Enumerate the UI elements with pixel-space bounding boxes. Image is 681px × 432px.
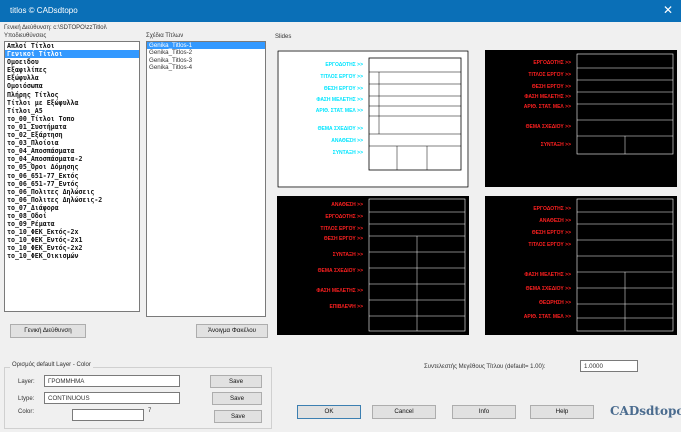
color-input[interactable]: [72, 409, 144, 421]
layer-save-button[interactable]: Save: [210, 375, 262, 388]
folder-list-item[interactable]: Απλοί Τίτλοι: [5, 42, 139, 50]
slide-2-drawing: ΕΡΓΟΔΟΤΗΣ >> ΤΙΤΛΟΣ ΕΡΓΟΥ >> ΘΕΣΗ ΕΡΓΟΥ >>…: [524, 53, 674, 155]
folders-list[interactable]: Απλοί Τίτλοι Γενικοί Τίτλοι Ομοειδου Εξαφιλ…: [4, 41, 140, 312]
folder-list-item[interactable]: το_00_Τίτλοι Τοπο: [5, 115, 139, 123]
slide-thumbnail-3[interactable]: ΑΝΑΘΕΣΗ >> ΕΡΓΟΔΟΤΗΣ >> ΤΙΤΛΟΣ ΕΡΓΟΥ >> ΘΕΣ…: [277, 196, 469, 335]
scale-input[interactable]: 1.0000: [580, 360, 638, 372]
folder-list-item[interactable]: το_04_Αποσπάσματα-2: [5, 155, 139, 163]
info-button[interactable]: Info: [452, 405, 516, 419]
folder-list-item[interactable]: το_04_Αποσπάσματα: [5, 147, 139, 155]
templates-label: Σχέδια Τίτλων: [146, 33, 184, 39]
template-list-item[interactable]: Genika_Titlos-2: [147, 49, 265, 56]
general-address-button[interactable]: Γενική Διεύθυνση: [10, 324, 86, 338]
slide-field-label: ΦΑΣΗ ΜΕΛΕΤΗΣ >>: [524, 272, 571, 278]
slide-field-label: ΣΥΝΤΑΞΗ >>: [541, 142, 571, 148]
slide-thumbnail-1[interactable]: ΕΡΓΟΔΟΤΗΣ >> ΤΙΤΛΟΣ ΕΡΓΟΥ >> ΘΕΣΗ ΕΡΓΟΥ >>…: [277, 50, 469, 188]
folder-list-item[interactable]: το_03_Πλοίοια: [5, 139, 139, 147]
slide-field-label: ΦΑΣΗ ΜΕΛΕΤΗΣ >>: [524, 94, 571, 100]
slide-field-label: ΑΝΑΘΕΣΗ >>: [331, 138, 363, 144]
color-save-button[interactable]: Save: [214, 410, 262, 423]
folder-list-item[interactable]: το_10_ΦΕΚ_Εκτός-2x: [5, 228, 139, 236]
slide-field-label: ΤΙΤΛΟΣ ΕΡΓΟΥ >>: [320, 74, 363, 80]
slide-field-label: ΘΕΣΗ ΕΡΓΟΥ >>: [532, 230, 571, 236]
slide-field-label: ΘΕΣΗ ΕΡΓΟΥ >>: [324, 86, 363, 92]
folder-list-item[interactable]: το_06_651-77_Εντός: [5, 180, 139, 188]
folder-list-item[interactable]: το_02_Εξάρτηση: [5, 131, 139, 139]
slide-field-label: ΦΑΣΗ ΜΕΛΕΤΗΣ >>: [316, 288, 363, 294]
cancel-button[interactable]: Cancel: [372, 405, 436, 419]
slide-field-label: ΤΙΤΛΟΣ ΕΡΓΟΥ >>: [528, 72, 571, 78]
slide-field-label: ΘΕΜΑ ΣΧΕΔΙΟΥ >>: [526, 286, 571, 292]
slide-thumbnail-2[interactable]: ΕΡΓΟΔΟΤΗΣ >> ΤΙΤΛΟΣ ΕΡΓΟΥ >> ΘΕΣΗ ΕΡΓΟΥ >>…: [485, 50, 677, 187]
folder-list-item[interactable]: το_10_ΦΕΚ_Εντός-2x1: [5, 236, 139, 244]
slide-field-label: ΕΠΙΒΛΕΨΗ >>: [329, 304, 363, 310]
ltype-input[interactable]: CONTINUOUS: [44, 392, 180, 404]
folder-list-item[interactable]: το_06_Πολιτες Δηλώσεις-2: [5, 196, 139, 204]
help-button[interactable]: Help: [530, 405, 594, 419]
ok-button[interactable]: OK: [297, 405, 361, 419]
layer-input[interactable]: ΓΡΟΜΜΗΜΑ: [44, 375, 180, 387]
folder-list-item[interactable]: το_06_Πολιτες Δηλώσεις: [5, 188, 139, 196]
folder-list-item[interactable]: Εξώφυλλα: [5, 74, 139, 82]
slide-field-label: ΑΝΑΘΕΣΗ >>: [539, 218, 571, 224]
slide-field-label: ΕΡΓΟΔΟΤΗΣ >>: [533, 206, 571, 212]
template-list-item[interactable]: Genika_Titlos-3: [147, 57, 265, 64]
layer-label: Layer:: [18, 379, 35, 385]
slide-field-label: ΑΡΙΘ. ΣΤΑΤ. ΜΕΛ >>: [524, 104, 571, 110]
folder-list-item[interactable]: Γενικοί Τίτλοι: [5, 50, 139, 59]
folder-list-item[interactable]: Πλήρης Τίτλος: [5, 91, 139, 99]
slides-label: Slides: [275, 34, 292, 40]
slide-field-label: ΤΙΤΛΟΣ ΕΡΓΟΥ >>: [320, 226, 363, 232]
folder-list-item[interactable]: Ομοιόσωπα: [5, 82, 139, 90]
title-bar: titlos © CADsdtopo ✕: [0, 0, 681, 22]
slide-3-drawing: ΑΝΑΘΕΣΗ >> ΕΡΓΟΔΟΤΗΣ >> ΤΙΤΛΟΣ ΕΡΓΟΥ >> ΘΕΣ…: [316, 198, 466, 332]
slide-field-label: ΣΥΝΤΑΞΗ >>: [333, 252, 363, 258]
folder-list-item[interactable]: Τίτλοι_Α5: [5, 107, 139, 115]
slide-field-label: ΘΕΣΗ ΕΡΓΟΥ >>: [532, 84, 571, 90]
close-icon[interactable]: ✕: [663, 3, 673, 17]
open-folder-button[interactable]: Άνοιγμα Φακέλου: [196, 324, 268, 338]
folder-list-item[interactable]: το_07_Διάφορα: [5, 204, 139, 212]
slide-field-label: ΘΕΜΑ ΣΧΕΔΙΟΥ >>: [526, 124, 571, 130]
folder-list-item[interactable]: Τίτλοι με Εξώφυλλα: [5, 99, 139, 107]
folder-list-item[interactable]: το_10_ΦΕΚ_Εντός-2x2: [5, 244, 139, 252]
folders-label: Υποδιευθύνσεις: [4, 33, 47, 39]
folder-list-item[interactable]: Ομοειδου: [5, 58, 139, 66]
template-list-item[interactable]: Genika_Titlos-1: [147, 42, 265, 50]
slide-field-label: ΘΕΜΑ ΣΧΕΔΙΟΥ >>: [318, 268, 363, 274]
template-list-item[interactable]: Genika_Titlos-4: [147, 64, 265, 71]
slide-field-label: ΘΕΩΡΗΣΗ >>: [539, 300, 571, 306]
scale-label: Συντελεστής Μεγέθους Τίτλου (default= 1.…: [424, 364, 546, 370]
slide-field-label: ΘΕΜΑ ΣΧΕΔΙΟΥ >>: [318, 126, 363, 132]
folder-list-item[interactable]: Εξαφιλίπες: [5, 66, 139, 74]
slide-field-label: ΕΡΓΟΔΟΤΗΣ >>: [533, 60, 571, 66]
window-title: titlos © CADsdtopo: [10, 6, 78, 15]
defaults-group-label: Ορισμός default Layer - Color: [10, 362, 93, 368]
color-label: Color:: [18, 409, 35, 415]
slide-field-label: ΑΡΙΘ. ΣΤΑΤ. ΜΕΛ >>: [524, 314, 571, 320]
folder-list-item[interactable]: το_05_Όροι Δόμησης: [5, 163, 139, 171]
slide-field-label: ΤΙΤΛΟΣ ΕΡΓΟΥ >>: [528, 242, 571, 248]
folder-list-item[interactable]: το_01_Συστήματα: [5, 123, 139, 131]
slide-1-drawing: ΕΡΓΟΔΟΤΗΣ >> ΤΙΤΛΟΣ ΕΡΓΟΥ >> ΘΕΣΗ ΕΡΓΟΥ >>…: [277, 50, 469, 188]
slide-field-label: ΑΝΑΘΕΣΗ >>: [331, 202, 363, 208]
folder-list-item[interactable]: το_10_ΦΕΚ_Οικισμών: [5, 252, 139, 260]
templates-list[interactable]: Genika_Titlos-1 Genika_Titlos-2 Genika_Tit…: [146, 41, 266, 317]
color-hint: 7: [148, 408, 152, 414]
ltype-label: Ltype:: [18, 396, 35, 402]
slide-thumbnail-4[interactable]: ΕΡΓΟΔΟΤΗΣ >> ΑΝΑΘΕΣΗ >> ΘΕΣΗ ΕΡΓΟΥ >> ΤΙΤΛΟ…: [485, 196, 677, 335]
slide-4-drawing: ΕΡΓΟΔΟΤΗΣ >> ΑΝΑΘΕΣΗ >> ΘΕΣΗ ΕΡΓΟΥ >> ΤΙΤΛΟ…: [524, 198, 674, 332]
slide-field-label: ΕΡΓΟΔΟΤΗΣ >>: [325, 62, 363, 68]
folder-list-item[interactable]: το_09_Ρέματα: [5, 220, 139, 228]
path-label: Γενική Διεύθυνση: c:\SDTOPO\zzTitloi\: [4, 25, 107, 31]
slide-field-label: ΦΑΣΗ ΜΕΛΕΤΗΣ >>: [316, 97, 363, 103]
slide-field-label: ΑΡΙΘ. ΣΤΑΤ. ΜΕΛ >>: [316, 108, 363, 114]
slide-field-label: ΘΕΣΗ ΕΡΓΟΥ >>: [324, 236, 363, 242]
slide-field-label: ΣΥΝΤΑΞΗ >>: [333, 150, 363, 156]
folder-list-item[interactable]: το_08_Οδοί: [5, 212, 139, 220]
folder-list-item[interactable]: το_06_651-77_Εκτός: [5, 172, 139, 180]
cadsdtopo-logo: CADsdtopo: [610, 404, 681, 418]
slide-field-label: ΕΡΓΟΔΟΤΗΣ >>: [325, 214, 363, 220]
ltype-save-button[interactable]: Save: [212, 392, 262, 405]
